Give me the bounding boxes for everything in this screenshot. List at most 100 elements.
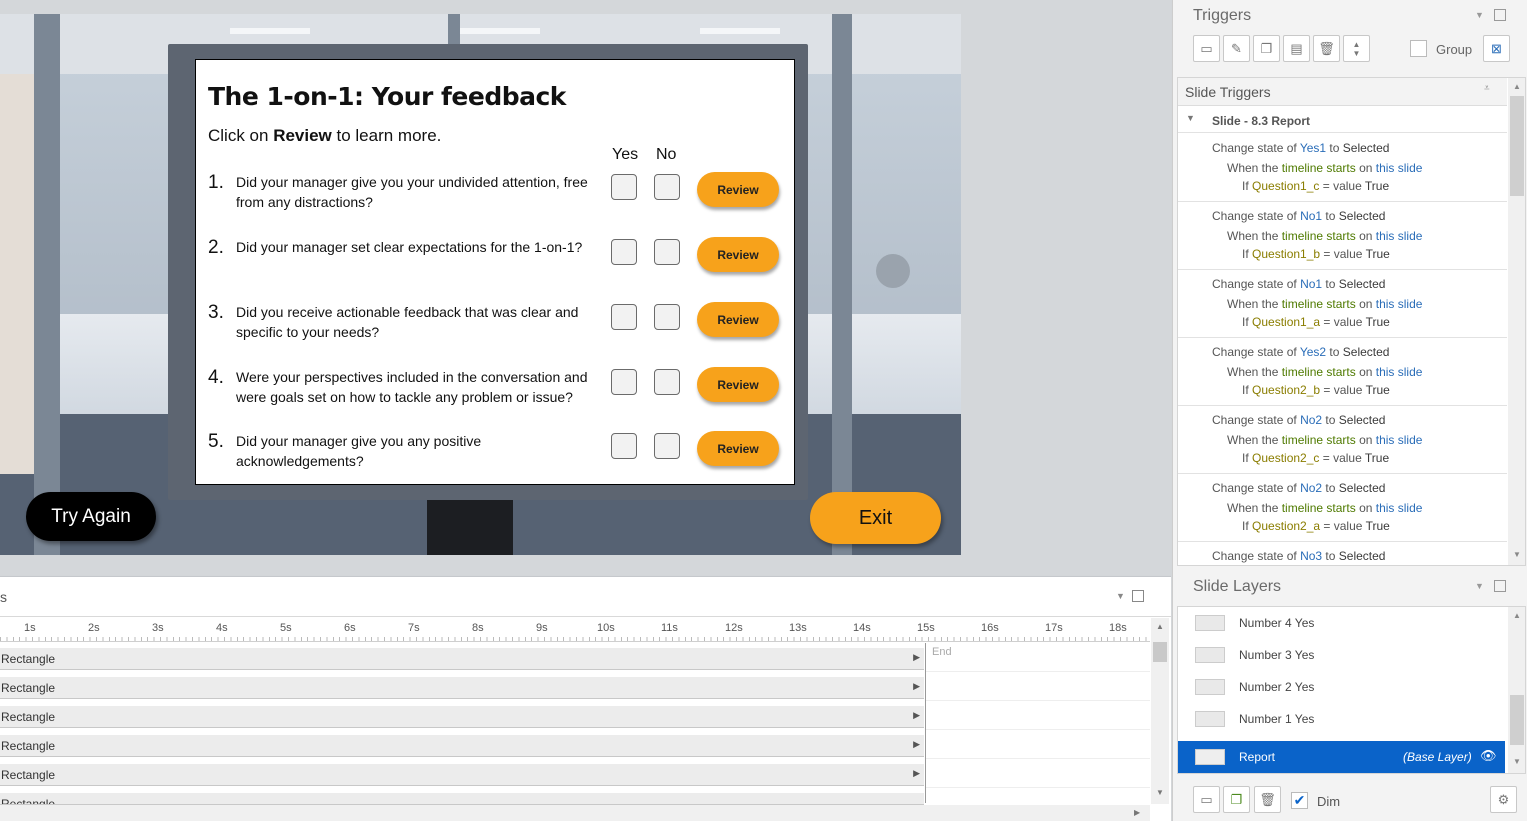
trigger-value[interactable]: True [1365,179,1389,193]
trigger-item[interactable]: Change state of Yes1 to Selected When th… [1178,134,1507,202]
new-trigger-icon[interactable]: ▭ [1193,35,1220,62]
delete-trigger-icon[interactable]: 🗑 [1313,35,1340,62]
move-trigger-icon[interactable]: ▲ ▼ [1343,35,1370,62]
delete-layer-icon[interactable]: 🗑 [1254,786,1281,813]
trigger-target[interactable]: this slide [1376,161,1423,175]
yes-checkbox[interactable] [611,304,637,330]
slide-group-row[interactable]: ▼ Slide - 8.3 Report [1178,107,1507,133]
trigger-object[interactable]: Yes1 [1300,141,1326,155]
timeline-row[interactable]: Rectangle ▶ [0,677,924,699]
trigger-object[interactable]: No1 [1300,209,1322,223]
trigger-object[interactable]: No2 [1300,413,1322,427]
no-checkbox[interactable] [654,174,680,200]
expand-arrow-icon[interactable]: ▶ [913,652,920,663]
undock-icon[interactable] [1132,590,1144,602]
trigger-target[interactable]: this slide [1376,433,1423,447]
yes-checkbox[interactable] [611,369,637,395]
trigger-value[interactable]: True [1366,519,1390,533]
scrollbar-thumb[interactable] [1510,96,1524,196]
collapse-icon[interactable]: ▼ [1116,591,1125,601]
trigger-item[interactable]: Change state of No2 to Selected When the… [1178,474,1507,542]
settings-gear-icon[interactable]: ⚙ [1490,786,1517,813]
collapse-icon[interactable]: ▼ [1475,581,1484,591]
review-button[interactable]: Review [697,172,779,207]
eye-icon[interactable]: 👁 [1480,748,1497,764]
review-button[interactable]: Review [697,431,779,466]
timeline-row[interactable]: Rectangle ▶ [0,706,924,728]
variables-icon[interactable]: ⊠ [1483,35,1510,62]
base-layer-item[interactable]: Report (Base Layer) 👁 [1178,741,1505,773]
review-button[interactable]: Review [697,237,779,272]
trigger-variable[interactable]: Question1_b [1252,247,1320,261]
expand-arrow-icon[interactable]: ▶ [913,681,920,692]
trigger-variable[interactable]: Question1_a [1252,315,1320,329]
group-checkbox[interactable] [1410,40,1427,57]
trigger-event[interactable]: timeline starts [1282,229,1356,243]
expand-arrow-icon[interactable]: ▼ [1186,113,1195,123]
scroll-down-icon[interactable]: ▼ [1513,550,1521,559]
trigger-state[interactable]: Selected [1343,141,1390,155]
trigger-item[interactable]: Change state of No1 to Selected When the… [1178,202,1507,270]
scroll-up-icon[interactable]: ▲ [1156,622,1164,631]
trigger-item[interactable]: Change state of No3 to Selected [1178,542,1507,565]
trigger-state[interactable]: Selected [1339,549,1386,563]
expand-arrow-icon[interactable]: ▶ [913,768,920,779]
try-again-button[interactable]: Try Again [26,492,156,541]
collapse-all-icon[interactable]: ⩡ [1484,83,1490,94]
trigger-variable[interactable]: Question2_a [1252,519,1320,533]
triggers-scrollbar[interactable]: ▲ ▼ [1508,78,1525,565]
review-button[interactable]: Review [697,367,779,402]
timeline-ruler[interactable]: 1s 2s 3s 4s 5s 6s 7s 8s 9s 10s 11s 12s 1… [0,618,1150,642]
trigger-state[interactable]: Selected [1339,481,1386,495]
yes-checkbox[interactable] [611,433,637,459]
scrollbar-thumb[interactable] [1153,642,1167,662]
timeline-row[interactable]: Rectangle ▶ [0,648,924,670]
trigger-value[interactable]: True [1366,315,1390,329]
exit-button[interactable]: Exit [810,492,941,544]
trigger-value[interactable]: True [1365,451,1389,465]
layer-item[interactable]: Number 3 Yes [1178,639,1507,671]
trigger-event[interactable]: timeline starts [1282,297,1356,311]
trigger-event[interactable]: timeline starts [1282,365,1356,379]
trigger-event[interactable]: timeline starts [1282,161,1356,175]
trigger-event[interactable]: timeline starts [1282,433,1356,447]
trigger-item[interactable]: Change state of Yes2 to Selected When th… [1178,338,1507,406]
collapse-icon[interactable]: ▼ [1475,10,1484,20]
trigger-object[interactable]: Yes2 [1300,345,1326,359]
no-checkbox[interactable] [654,239,680,265]
edit-trigger-icon[interactable]: ✎ [1223,35,1250,62]
trigger-target[interactable]: this slide [1376,229,1423,243]
trigger-target[interactable]: this slide [1376,501,1423,515]
timeline-horizontal-scrollbar[interactable]: ▶ [0,805,1150,821]
timeline-row[interactable]: Rectangle ▶ [0,735,924,757]
layer-item[interactable]: Number 1 Yes [1178,703,1507,735]
slide-canvas[interactable]: The 1-on-1: Your feedback Click on Revie… [0,14,961,555]
layer-item[interactable]: Number 4 Yes [1178,607,1507,639]
trigger-value[interactable]: True [1366,247,1390,261]
no-checkbox[interactable] [654,369,680,395]
undock-icon[interactable] [1494,580,1506,592]
layer-item[interactable]: Number 2 Yes [1178,671,1507,703]
timeline-end-marker[interactable] [925,643,926,803]
expand-arrow-icon[interactable]: ▶ [913,710,920,721]
trigger-event[interactable]: timeline starts [1282,501,1356,515]
trigger-variable[interactable]: Question2_b [1252,383,1320,397]
scroll-down-icon[interactable]: ▼ [1156,788,1164,797]
timeline-row[interactable]: Rectangle ▶ [0,764,924,786]
paste-trigger-icon[interactable]: ▤ [1283,35,1310,62]
no-checkbox[interactable] [654,433,680,459]
trigger-item[interactable]: Change state of No1 to Selected When the… [1178,270,1507,338]
trigger-state[interactable]: Selected [1339,413,1386,427]
trigger-state[interactable]: Selected [1339,277,1386,291]
trigger-target[interactable]: this slide [1376,297,1423,311]
trigger-target[interactable]: this slide [1376,365,1423,379]
scroll-right-icon[interactable]: ▶ [1134,808,1140,817]
scroll-up-icon[interactable]: ▲ [1513,611,1521,620]
trigger-object[interactable]: No3 [1300,549,1322,563]
review-button[interactable]: Review [697,302,779,337]
trigger-variable[interactable]: Question1_c [1252,179,1319,193]
duplicate-layer-icon[interactable]: ❐ [1223,786,1250,813]
layers-scrollbar[interactable]: ▲ ▼ [1508,607,1525,773]
copy-trigger-icon[interactable]: ❐ [1253,35,1280,62]
trigger-variable[interactable]: Question2_c [1252,451,1319,465]
